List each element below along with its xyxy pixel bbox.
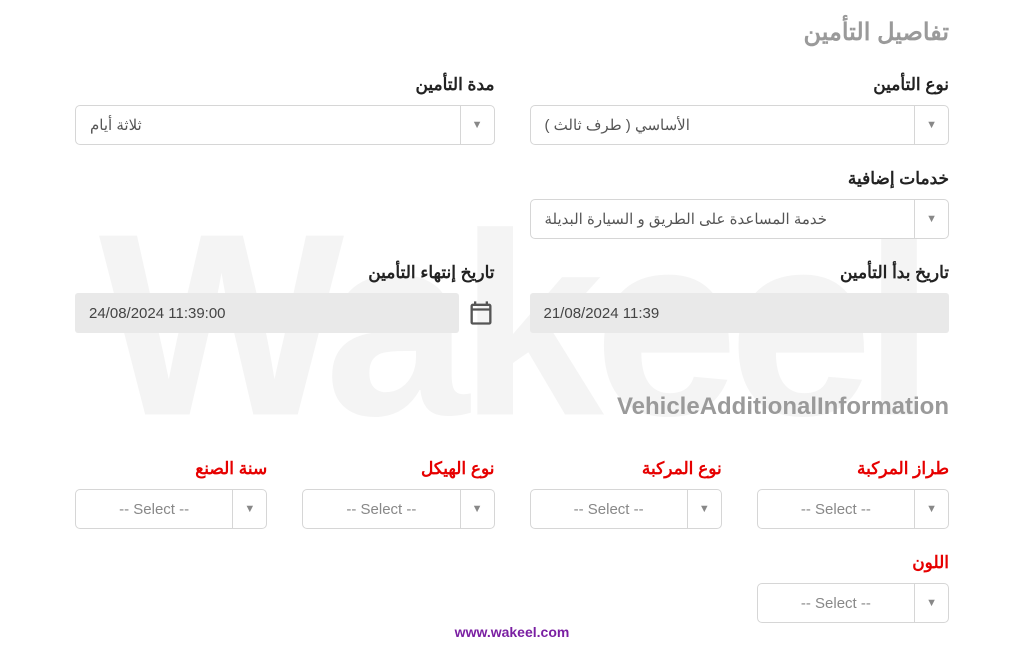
chevron-down-icon: ▼ [914, 584, 948, 622]
chevron-down-icon: ▼ [914, 490, 948, 528]
vehicle-additional-info-heading: VehicleAdditionalInformation [75, 393, 949, 421]
footer-url[interactable]: www.wakeel.com [455, 624, 570, 640]
additional-services-select[interactable]: ▼ خدمة المساعدة على الطريق و السيارة الب… [530, 199, 950, 239]
chevron-down-icon: ▼ [687, 490, 721, 528]
insurance-type-value: الأساسي ( طرف ثالث ) [531, 106, 915, 144]
additional-services-value: خدمة المساعدة على الطريق و السيارة البدي… [531, 200, 915, 238]
insurance-duration-value: ثلاثة أيام [76, 106, 460, 144]
insurance-type-label: نوع التأمين [530, 75, 950, 95]
manufacture-year-select[interactable]: ▼ -- Select -- [75, 489, 267, 529]
vehicle-model-select[interactable]: ▼ -- Select -- [757, 489, 949, 529]
vehicle-type-label: نوع المركبة [530, 459, 722, 479]
chevron-down-icon: ▼ [460, 106, 494, 144]
insurance-type-select[interactable]: ▼ الأساسي ( طرف ثالث ) [530, 105, 950, 145]
end-date-value: 11:39:00 24/08/2024 [89, 305, 226, 322]
end-date-label: تاريخ إنتهاء التأمين [75, 263, 495, 283]
vehicle-model-placeholder: -- Select -- [758, 490, 914, 528]
body-type-label: نوع الهيكل [302, 459, 494, 479]
calendar-icon[interactable] [467, 299, 495, 327]
body-type-placeholder: -- Select -- [303, 490, 459, 528]
color-label: اللون [757, 553, 949, 573]
insurance-details-heading: تفاصيل التأمين [75, 18, 949, 47]
color-placeholder: -- Select -- [758, 584, 914, 622]
start-date-value: 11:39 21/08/2024 [544, 305, 660, 322]
end-date-input[interactable]: 11:39:00 24/08/2024 [75, 293, 459, 333]
chevron-down-icon: ▼ [914, 200, 948, 238]
manufacture-year-label: سنة الصنع [75, 459, 267, 479]
insurance-duration-label: مدة التأمين [75, 75, 495, 95]
start-date-input[interactable]: 11:39 21/08/2024 [530, 293, 950, 333]
chevron-down-icon: ▼ [460, 490, 494, 528]
chevron-down-icon: ▼ [232, 490, 266, 528]
vehicle-model-label: طراز المركبة [757, 459, 949, 479]
insurance-duration-select[interactable]: ▼ ثلاثة أيام [75, 105, 495, 145]
manufacture-year-placeholder: -- Select -- [76, 490, 232, 528]
additional-services-label: خدمات إضافية [530, 169, 950, 189]
vehicle-type-select[interactable]: ▼ -- Select -- [530, 489, 722, 529]
body-type-select[interactable]: ▼ -- Select -- [302, 489, 494, 529]
start-date-label: تاريخ بدأ التأمين [530, 263, 950, 283]
chevron-down-icon: ▼ [914, 106, 948, 144]
color-select[interactable]: ▼ -- Select -- [757, 583, 949, 623]
vehicle-type-placeholder: -- Select -- [531, 490, 687, 528]
